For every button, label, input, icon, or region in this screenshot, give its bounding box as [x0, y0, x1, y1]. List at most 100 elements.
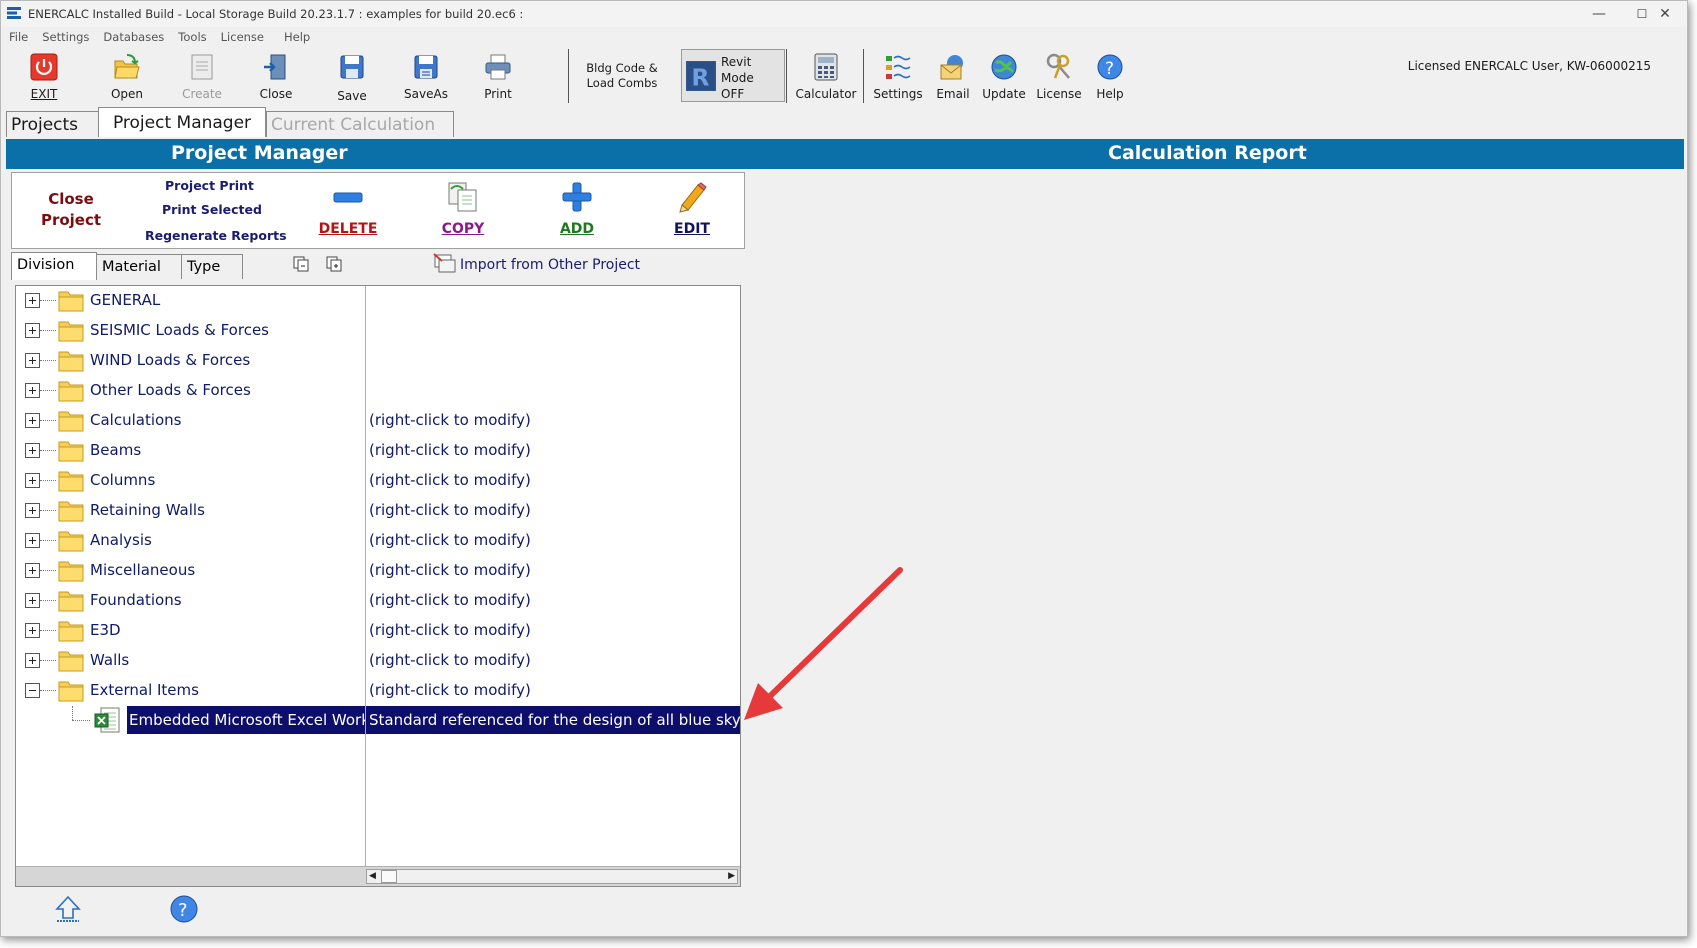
menu-databases[interactable]: Databases	[103, 30, 164, 44]
open-folder-icon	[114, 54, 140, 79]
calculator-label: Calculator	[795, 87, 857, 101]
close-button[interactable]: Close	[245, 51, 307, 101]
tree-item-description: (right-click to modify)	[369, 441, 531, 459]
close-project-button[interactable]: Close Project	[32, 189, 110, 231]
tree-item-description: (right-click to modify)	[369, 621, 531, 639]
tab-current-calculation[interactable]: Current Calculation	[266, 111, 454, 137]
expand-node-icon[interactable]	[25, 443, 40, 458]
tree-row[interactable]: External Items (right-click to modify)	[16, 676, 740, 706]
exit-button[interactable]: EXIT	[13, 51, 75, 101]
save-label: Save	[337, 89, 367, 103]
tree-row[interactable]: Walls (right-click to modify)	[16, 646, 740, 676]
scroll-right-arrow-icon[interactable]: ▶	[728, 870, 735, 883]
tab-material[interactable]: Material	[96, 254, 182, 279]
expand-all-icon[interactable]	[293, 256, 309, 272]
scroll-left-arrow-icon[interactable]: ◀	[369, 870, 376, 883]
delete-button[interactable]: DELETE	[313, 181, 383, 237]
selected-item-description: Standard referenced for the design of al…	[366, 706, 740, 734]
tab-division[interactable]: Division	[11, 252, 97, 280]
tree-row[interactable]: Foundations (right-click to modify)	[16, 586, 740, 616]
expand-node-icon[interactable]	[25, 533, 40, 548]
horizontal-scrollbar[interactable]: ◀ ▶	[16, 866, 740, 886]
tree-item-description: (right-click to modify)	[369, 531, 531, 549]
bldg-code-label: Bldg Code &	[586, 61, 658, 75]
collapse-node-icon[interactable]	[25, 683, 40, 698]
excel-file-icon	[94, 707, 120, 733]
tree-item-name: WIND Loads & Forces	[90, 351, 251, 369]
menu-file[interactable]: File	[9, 30, 28, 44]
tree-row-selected[interactable]: Embedded Microsoft Excel Worksh Standard…	[16, 706, 740, 736]
close-window-button[interactable]: ✕	[1642, 1, 1687, 27]
add-button[interactable]: ADD	[542, 181, 612, 237]
edit-button[interactable]: EDIT	[657, 181, 727, 237]
print-selected-link[interactable]: Print Selected	[162, 202, 262, 217]
tree-row[interactable]: GENERAL	[16, 286, 740, 316]
tree-row[interactable]: E3D (right-click to modify)	[16, 616, 740, 646]
folder-icon	[58, 411, 84, 432]
expand-node-icon[interactable]	[25, 593, 40, 608]
expand-node-icon[interactable]	[25, 383, 40, 398]
expand-node-icon[interactable]	[25, 563, 40, 578]
tree-row[interactable]: Columns (right-click to modify)	[16, 466, 740, 496]
edit-label: EDIT	[674, 221, 710, 237]
tab-projects[interactable]: Projects	[6, 111, 102, 137]
expand-node-icon[interactable]	[25, 473, 40, 488]
create-button[interactable]: Create	[171, 51, 233, 101]
minimize-button[interactable]: —	[1576, 1, 1622, 27]
tree-row[interactable]: SEISMIC Loads & Forces	[16, 316, 740, 346]
tree-row[interactable]: Beams (right-click to modify)	[16, 436, 740, 466]
scrollbar-track[interactable]: ◀ ▶	[366, 869, 738, 884]
expand-node-icon[interactable]	[25, 503, 40, 518]
division-tree[interactable]: GENERAL SEISMIC Loads & Forces WIND Loads …	[15, 285, 741, 887]
bldg-code-button[interactable]: Bldg Code & Load Combs	[579, 61, 665, 91]
import-label: Import from Other Project	[460, 257, 641, 273]
save-button[interactable]: Save	[321, 51, 383, 103]
saveas-label: SaveAs	[404, 87, 448, 101]
floppy-disk-saveas-icon	[414, 55, 438, 79]
expand-node-icon[interactable]	[25, 323, 40, 338]
settings-button[interactable]: Settings	[867, 51, 929, 101]
tab-type[interactable]: Type	[181, 254, 243, 279]
tree-row[interactable]: Other Loads & Forces	[16, 376, 740, 406]
collapse-all-icon[interactable]	[326, 256, 342, 272]
settings-label: Settings	[873, 87, 923, 101]
tree-connector	[40, 300, 56, 302]
expand-node-icon[interactable]	[25, 293, 40, 308]
import-from-other-project-link[interactable]: Import from Other Project	[433, 252, 640, 274]
expand-node-icon[interactable]	[25, 623, 40, 638]
tree-row[interactable]: Calculations (right-click to modify)	[16, 406, 740, 436]
help-icon[interactable]: ?	[169, 894, 199, 924]
tab-project-manager[interactable]: Project Manager	[98, 107, 266, 137]
regenerate-reports-link[interactable]: Regenerate Reports	[145, 228, 287, 243]
update-button[interactable]: Update	[973, 51, 1035, 101]
expand-node-icon[interactable]	[25, 413, 40, 428]
exit-label: EXIT	[30, 87, 58, 101]
tree-connector	[40, 660, 56, 662]
tree-row[interactable]: Analysis (right-click to modify)	[16, 526, 740, 556]
menu-tools[interactable]: Tools	[178, 30, 206, 44]
project-print-link[interactable]: Project Print	[165, 178, 254, 193]
saveas-button[interactable]: SaveAs	[395, 51, 457, 101]
import-icon	[433, 253, 456, 273]
expand-node-icon[interactable]	[25, 353, 40, 368]
tree-item-name: Other Loads & Forces	[90, 381, 251, 399]
help-button[interactable]: ? Help	[1079, 51, 1141, 101]
tree-row[interactable]: Miscellaneous (right-click to modify)	[16, 556, 740, 586]
revit-icon: R	[686, 61, 716, 92]
tree-row[interactable]: Retaining Walls (right-click to modify)	[16, 496, 740, 526]
scrollbar-thumb[interactable]	[381, 870, 397, 883]
upload-arrow-icon[interactable]	[53, 894, 83, 924]
toolbar: EXIT Open Create Close Save SaveAs Print…	[1, 47, 1687, 105]
print-button[interactable]: Print	[467, 51, 529, 101]
menu-settings[interactable]: Settings	[42, 30, 89, 44]
calculator-button[interactable]: Calculator	[794, 51, 858, 101]
copy-button[interactable]: COPY	[428, 181, 498, 237]
menu-help[interactable]: Help	[284, 30, 310, 44]
folder-icon	[58, 621, 84, 642]
tree-row[interactable]: WIND Loads & Forces	[16, 346, 740, 376]
menu-license[interactable]: License	[221, 30, 264, 44]
tree-item-name: Columns	[90, 471, 156, 489]
open-button[interactable]: Open	[96, 51, 158, 101]
revit-mode-button[interactable]: R Revit Mode OFF	[681, 49, 785, 102]
expand-node-icon[interactable]	[25, 653, 40, 668]
